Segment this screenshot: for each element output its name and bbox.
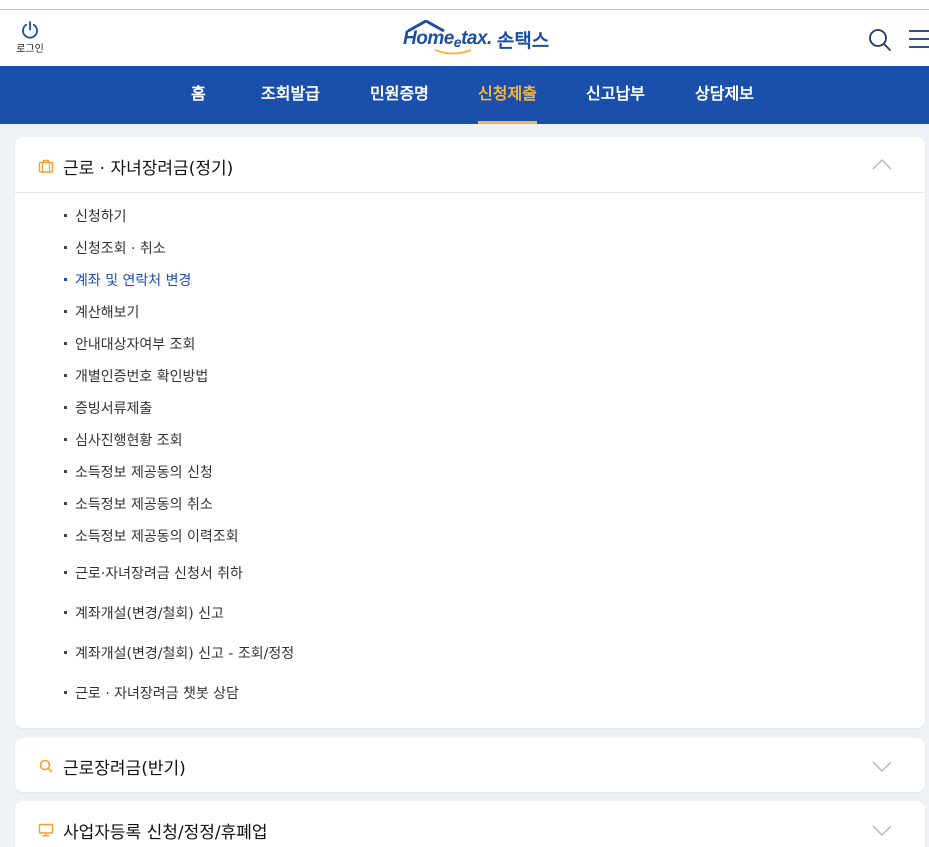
list-item[interactable]: 안내대상자여부 조회: [64, 334, 195, 354]
bullet: [64, 373, 67, 377]
search-icon: [39, 759, 53, 773]
bullet: [64, 469, 67, 473]
nav-civil-certificate[interactable]: 민원증명: [370, 66, 429, 124]
list-item[interactable]: 증빙서류제출: [64, 398, 152, 418]
bullet: [64, 650, 67, 654]
list-item[interactable]: 심사진행현황 조회: [64, 430, 183, 450]
bullet: [64, 690, 67, 694]
search-button[interactable]: [868, 28, 892, 52]
bullet: [64, 213, 67, 217]
nav-report-payment[interactable]: 신고납부: [586, 66, 645, 124]
list-item[interactable]: 소득정보 제공동의 이력조회: [64, 526, 238, 546]
chevron-down-icon[interactable]: [872, 759, 892, 773]
bullet: [64, 570, 67, 574]
nav-consult-report[interactable]: 상담제보: [695, 66, 754, 124]
swoosh-logo-icon: [434, 49, 472, 55]
section-work-incentive-half-year: 근로장려금(반기): [15, 738, 925, 792]
section-title: 근로 · 자녀장려금(정기): [63, 159, 234, 179]
hamburger-menu-icon: [909, 30, 929, 48]
app-header: 로그인 Homeetax. 손택스: [0, 9, 929, 66]
section-header[interactable]: 근로장려금(반기): [15, 738, 925, 794]
list-item[interactable]: 소득정보 제공동의 신청: [64, 462, 213, 482]
section-header[interactable]: 근로 · 자녀장려금(정기): [15, 137, 925, 193]
login-label: 로그인: [16, 44, 44, 55]
section-title: 사업자등록 신청/정정/휴폐업: [63, 823, 268, 843]
bullet: [64, 245, 67, 249]
bullet: [64, 405, 67, 409]
main-nav: 홈 조회발급 민원증명 신청제출 신고납부 상담제보: [0, 66, 929, 124]
bullet: [64, 341, 67, 345]
monitor-icon: [38, 823, 54, 837]
nav-application-submit[interactable]: 신청제출: [478, 66, 537, 124]
bullet: [64, 309, 67, 313]
chevron-down-icon[interactable]: [872, 823, 892, 837]
list-item[interactable]: 개별인증번호 확인방법: [64, 366, 208, 386]
bullet: [64, 533, 67, 537]
briefcase-icon: [38, 159, 54, 173]
list-item[interactable]: 계산해보기: [64, 302, 139, 322]
chevron-up-icon[interactable]: [872, 157, 892, 171]
section-header[interactable]: 사업자등록 신청/정정/휴폐업: [15, 801, 925, 847]
list-item[interactable]: 계좌개설(변경/철회) 신고: [64, 603, 224, 623]
list-item[interactable]: 근로 · 자녀장려금 챗봇 상담: [64, 683, 239, 703]
list-item-active[interactable]: 계좌 및 연락처 변경: [64, 270, 191, 290]
logo-wordmark: Homeetax.: [403, 28, 492, 50]
bullet: [64, 610, 67, 614]
nav-home[interactable]: 홈: [191, 66, 206, 124]
login-button[interactable]: 로그인: [12, 20, 48, 55]
list-item[interactable]: 신청조회 · 취소: [64, 238, 166, 258]
hometax-logo[interactable]: Homeetax. 손택스: [403, 20, 550, 55]
menu-button[interactable]: [907, 28, 929, 50]
bullet: [64, 277, 67, 281]
list-item[interactable]: 근로·자녀장려금 신청서 취하: [64, 563, 243, 583]
top-strip: [0, 0, 929, 9]
list-item[interactable]: 신청하기: [64, 206, 127, 226]
section-work-child-incentive-regular: 근로 · 자녀장려금(정기) 신청하기 신청조회 · 취소 계좌 및 연락처 변…: [15, 137, 925, 728]
power-icon: [22, 21, 38, 39]
search-icon: [869, 29, 891, 51]
logo-korean: 손택스: [496, 29, 550, 52]
nav-inquiry-issue[interactable]: 조회발급: [261, 66, 320, 124]
bullet: [64, 437, 67, 441]
list-item[interactable]: 소득정보 제공동의 취소: [64, 494, 213, 514]
section-business-registration: 사업자등록 신청/정정/휴폐업: [15, 801, 925, 847]
list-item[interactable]: 계좌개설(변경/철회) 신고 - 조회/정정: [64, 643, 294, 663]
bullet: [64, 501, 67, 505]
section-title: 근로장려금(반기): [63, 759, 186, 779]
